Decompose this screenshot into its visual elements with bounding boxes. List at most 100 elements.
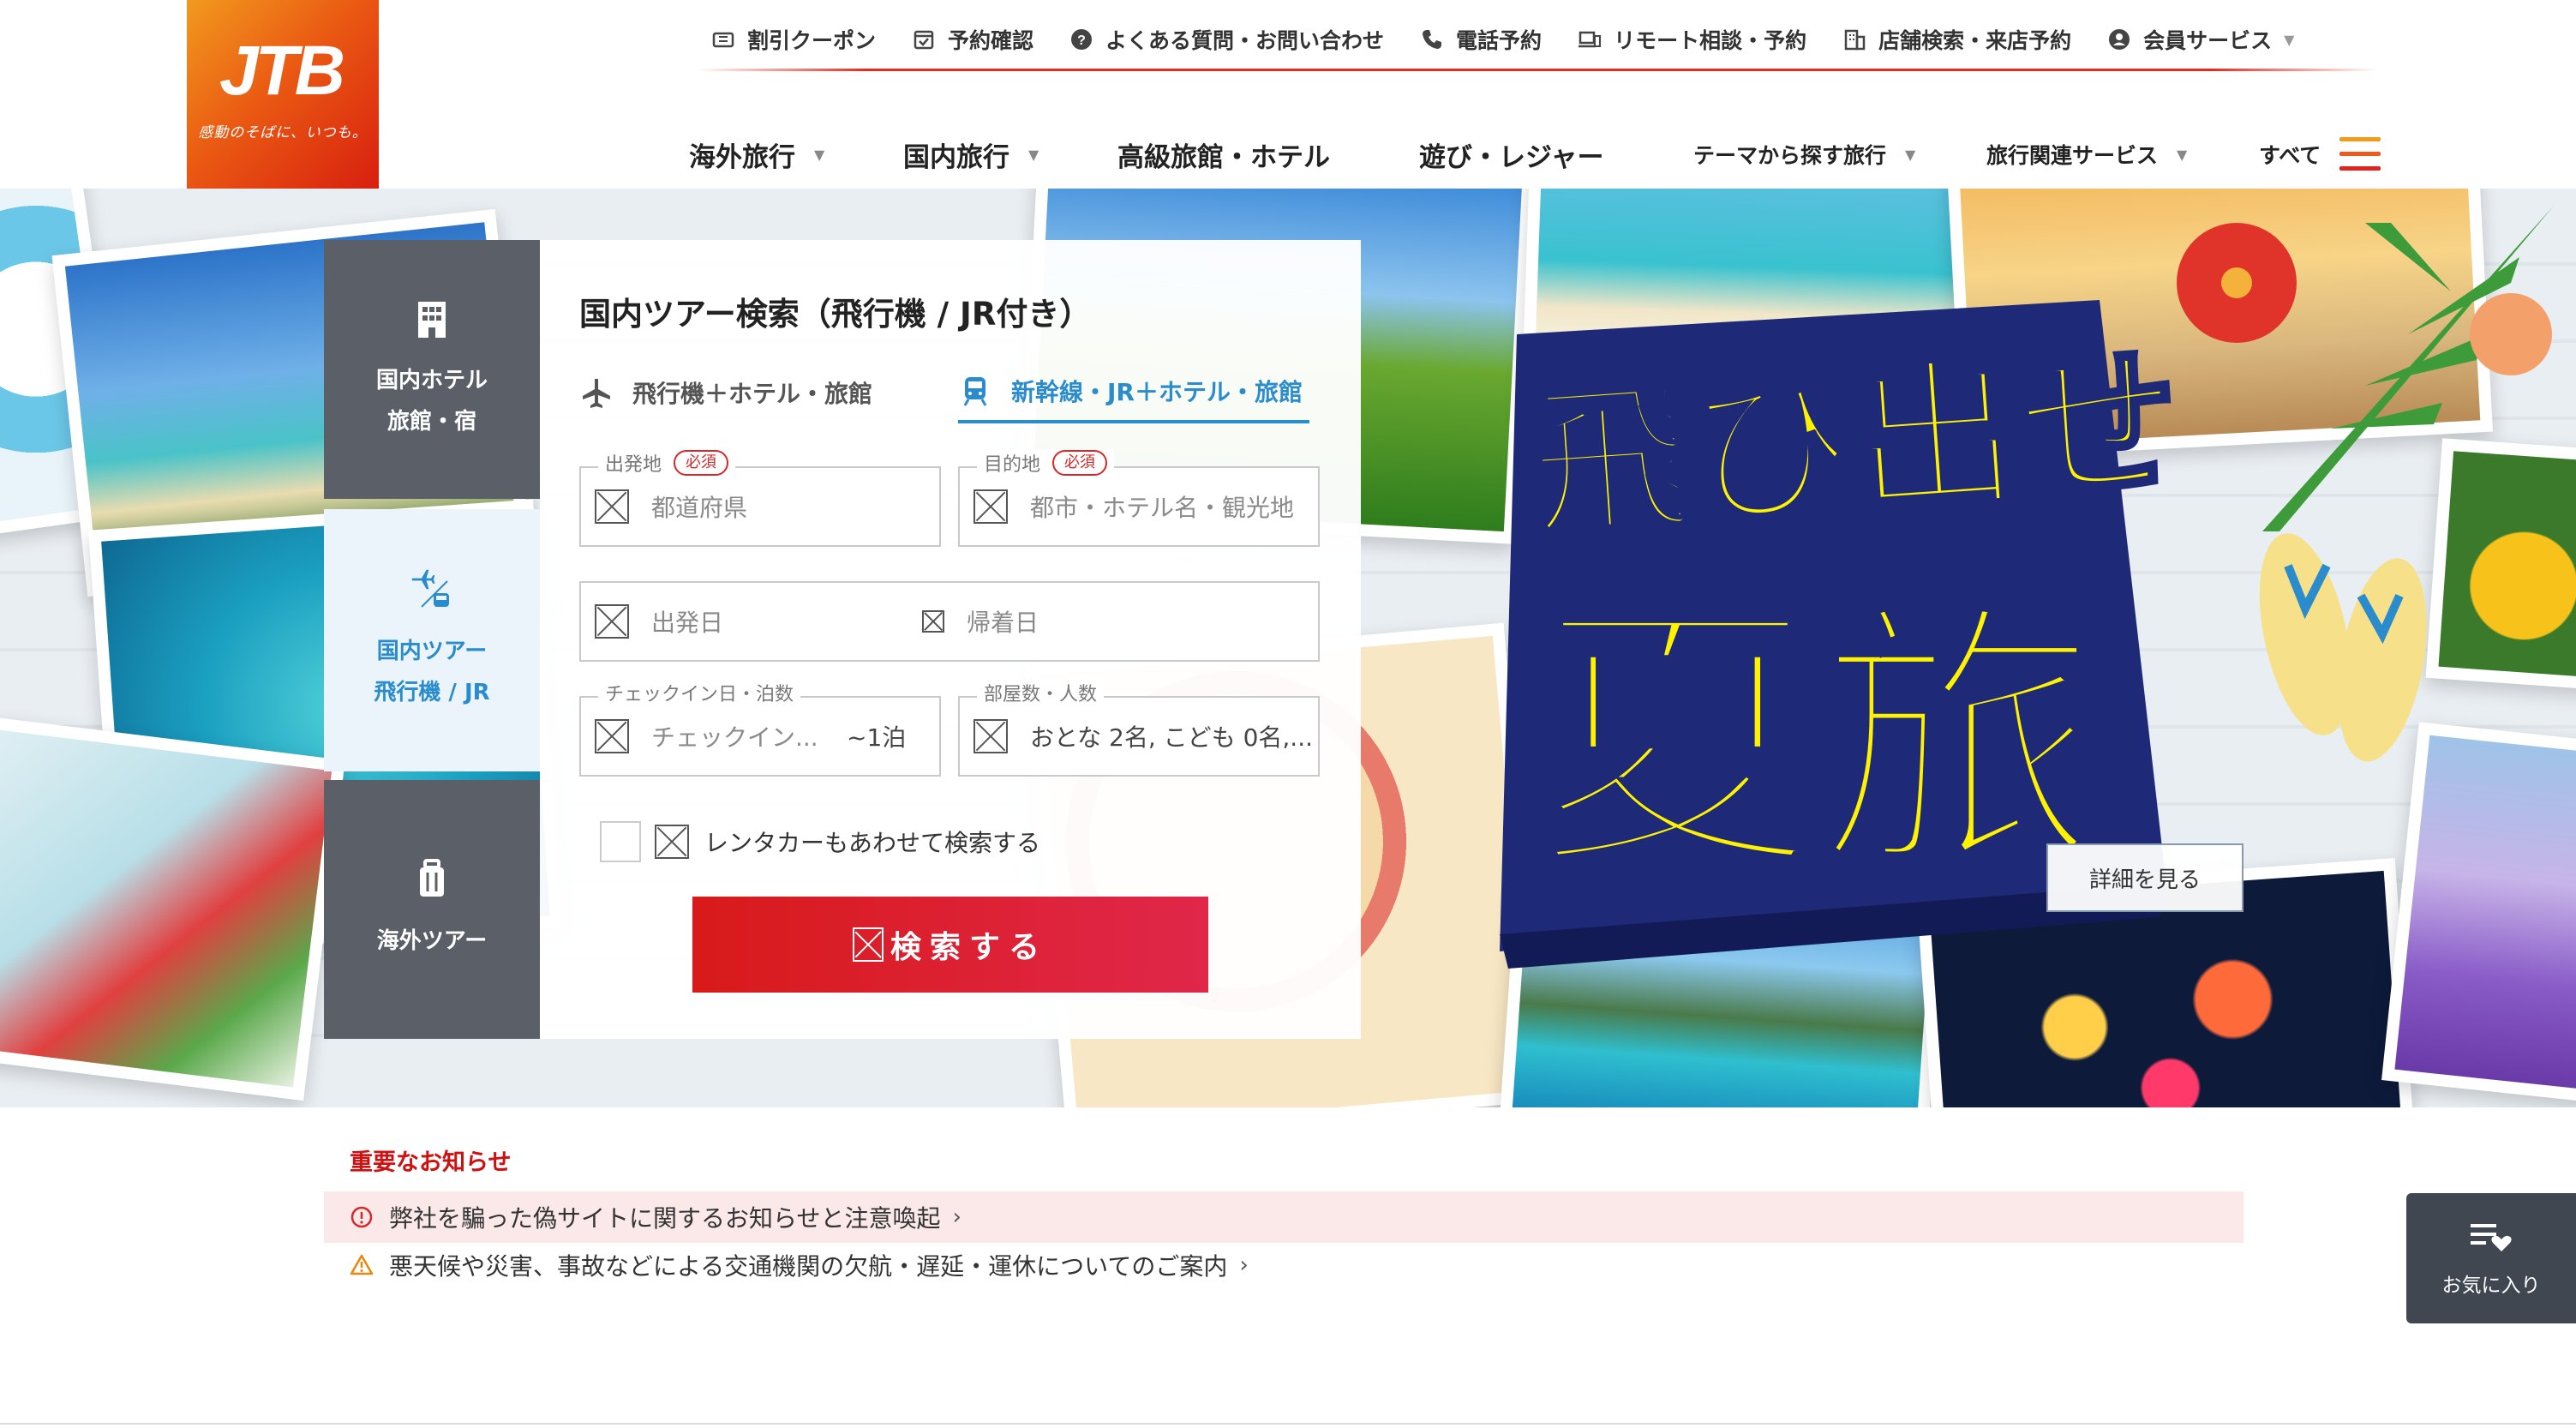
plane-train-icon [411,569,449,608]
mode-label: 飛行機＋ホテル・旅館 [632,380,873,408]
util-link-store[interactable]: 店舗検索・来店予約 [1842,24,2071,55]
destination-placeholder: 都市・ホテル名・観光地 [1030,494,1295,522]
required-badge: 必須 [674,450,729,476]
util-link-reservation-check[interactable]: 予約確認 [912,24,1033,55]
rental-car-checkbox[interactable] [600,821,641,862]
placeholder-box-icon [655,825,689,859]
mode-shinkansen-hotel[interactable]: 新幹線・JR＋ホテル・旅館 [958,362,1309,423]
summer-trip-headline: 飛び出せ! 夏旅 [1500,300,2185,969]
rooms-guests-value: おとな 2名, こども 0名,... [1030,723,1313,752]
placeholder-box-icon [922,610,944,633]
origin-field[interactable]: 都道府県 [579,466,941,547]
calendar-check-icon [914,30,934,50]
placeholder-box-icon [595,489,629,524]
origin-placeholder: 都道府県 [651,494,748,522]
util-label: 会員サービス [2143,28,2273,53]
placeholder-box-icon [595,719,629,753]
important-notice-title: 重要なお知らせ [350,1149,512,1176]
nav-all[interactable]: すべて [2259,129,2381,180]
checkin-placeholder: チェックイン... [651,723,818,752]
photo-lavender [2381,722,2576,1107]
user-icon [2109,29,2130,50]
notice-text: 悪天候や災害、事故などによる交通機関の欠航・遅延・運休についてのご案内 [389,1252,1228,1281]
origin-label: 出発地 必須 [598,449,736,477]
photo-watermelon [0,716,345,1101]
nights-value: ~1泊 [847,723,907,752]
date-range-field[interactable]: 出発日 帰着日 [579,581,1320,662]
nav-domestic[interactable]: 国内旅行 ▼ [903,129,1039,180]
mode-label: 新幹線・JR＋ホテル・旅館 [1011,378,1303,406]
chevron-down-icon: ▼ [2284,31,2295,48]
rental-car-option[interactable]: レンタカーもあわせて検索する [600,821,1040,862]
nav-label: テーマから探す旅行 [1693,143,1887,168]
search-icon [852,927,884,962]
list-heart-icon [2471,1224,2512,1251]
search-button-label: 検索する [890,930,1048,965]
chevron-right-icon: › [952,1204,962,1230]
chevron-right-icon: › [1239,1252,1249,1278]
nav-luxury[interactable]: 高級旅館・ホテル [1117,129,1330,180]
train-icon [963,377,987,406]
util-link-member[interactable]: 会員サービス ▼ [2107,24,2294,55]
tab-label-line1: 国内ホテル [375,368,488,393]
mode-airplane-hotel[interactable]: 飛行機＋ホテル・旅館 [579,362,872,423]
rooms-guests-field[interactable]: おとな 2名, こども 0名,... [958,696,1320,777]
util-label: 予約確認 [948,28,1034,53]
placeholder-box-icon [595,604,629,639]
rental-car-label: レンタカーもあわせて検索する [704,829,1041,857]
chevron-down-icon: ▼ [814,146,825,163]
nav-label: 高級旅館・ホテル [1117,141,1330,173]
warning-triangle-icon [350,1254,374,1275]
tab-label-line1: 海外ツアー [376,928,488,954]
laptop-icon [1579,31,1602,48]
favorites-button[interactable]: お気に入り [2406,1193,2576,1323]
tab-domestic-hotel[interactable]: 国内ホテル 旅館・宿 [324,240,540,499]
nav-overseas[interactable]: 海外旅行 ▼ [689,129,824,180]
util-label: 電話予約 [1456,28,1543,53]
tab-label-line2: 飛行機 / JR [374,680,490,705]
util-label: 割引クーポン [747,28,877,53]
tab-overseas-tour[interactable]: 海外ツアー [324,780,540,1039]
destination-label-text: 目的地 [984,454,1041,476]
notice-item-fake-site[interactable]: 弊社を騙った偽サイトに関するお知らせと注意喚起 › [324,1191,2244,1243]
rooms-label: 部屋数・人数 [977,679,1105,706]
nav-label: 国内旅行 [903,141,1009,173]
tab-domestic-tour[interactable]: 国内ツアー 飛行機 / JR [324,509,540,771]
destination-field[interactable]: 都市・ホテル名・観光地 [958,466,1320,547]
alert-circle-icon [350,1206,373,1228]
required-badge: 必須 [1052,450,1108,476]
util-link-remote[interactable]: リモート相談・予約 [1578,24,1806,55]
nav-label: 海外旅行 [689,141,795,173]
detail-button[interactable]: 詳細を見る [2046,843,2244,912]
airplane-icon [583,379,610,408]
building-icon [1844,29,1866,51]
util-link-faq[interactable]: ? よくある質問・お問い合わせ [1069,24,1384,55]
svg-text:JTB: JTB [219,32,344,110]
coupon-icon [712,32,734,48]
util-label: 店舗検索・来店予約 [1878,28,2072,53]
checkin-field[interactable]: チェックイン... ~1泊 [579,696,941,777]
svg-text:夏旅: 夏旅 [1534,578,2100,907]
hero-banner[interactable]: 飛び出せ! 夏旅 詳細を見る 国内ホテル 旅館・宿 国内ツアー 飛行機 / JR… [0,189,2576,1107]
util-link-phone[interactable]: 電話予約 [1420,24,1542,55]
placeholder-box-icon [973,719,1008,753]
chevron-down-icon: ▼ [1905,146,1916,163]
nav-label: すべて [2259,143,2321,168]
return-date-placeholder[interactable]: 帰着日 [967,604,1039,639]
svg-text:?: ? [1077,33,1086,48]
flip-flops-icon [2259,533,2427,762]
notice-item-transport[interactable]: 悪天候や災害、事故などによる交通機関の欠航・遅延・運休についてのご案内 › [324,1239,2244,1291]
question-icon: ? [1071,29,1093,50]
search-button[interactable]: 検索する [692,897,1208,993]
jtb-logo-mark: JTB [219,32,347,110]
hotel-building-icon [418,302,446,338]
util-label: よくある質問・お問い合わせ [1105,28,1385,53]
nav-services[interactable]: 旅行関連サービス ▼ [1986,129,2187,180]
util-link-coupon[interactable]: 割引クーポン [711,24,876,55]
nav-leisure[interactable]: 遊び・レジャー [1419,129,1603,180]
util-label: リモート相談・予約 [1614,28,1807,53]
utility-nav: 割引クーポン 予約確認 ? よくある質問・お問い合わせ 電話予約 リモート相談・… [711,19,2330,60]
footer-divider [0,1423,2576,1425]
depart-date-placeholder[interactable]: 出発日 [651,604,917,639]
nav-theme[interactable]: テーマから探す旅行 ▼ [1693,129,1915,180]
